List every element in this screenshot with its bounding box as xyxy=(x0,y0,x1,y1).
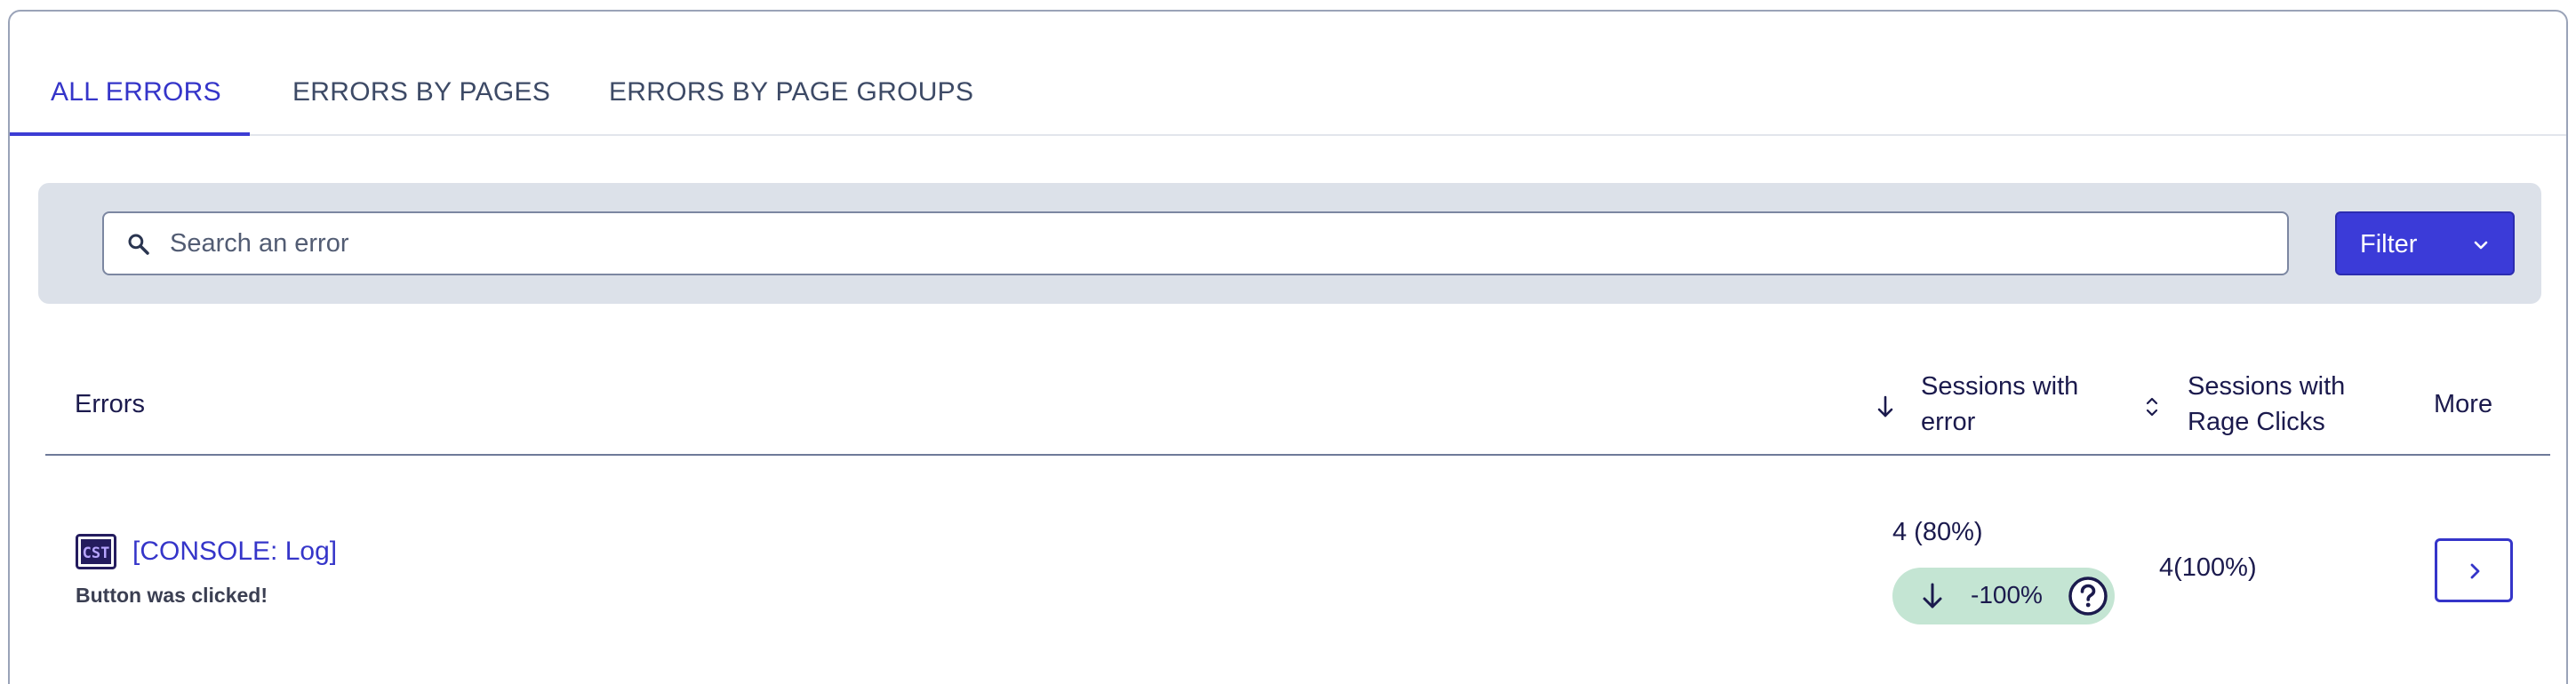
tab-errors-by-page-groups[interactable]: ERRORS BY PAGE GROUPS xyxy=(609,61,973,136)
trend-badge: -100% xyxy=(1892,568,2115,624)
help-icon[interactable] xyxy=(2067,575,2109,617)
column-header-more: More xyxy=(2434,390,2493,418)
table-row[interactable]: CST [CONSOLE: Log] Button was clicked! 4… xyxy=(45,456,2550,684)
search-toolbar: Filter xyxy=(38,183,2541,304)
arrow-down-icon xyxy=(1923,583,1942,608)
filter-button[interactable]: Filter xyxy=(2335,211,2515,275)
sort-unsorted-icon[interactable] xyxy=(2141,394,2163,420)
sort-descending-icon[interactable] xyxy=(1875,394,1896,420)
tab-all-errors[interactable]: ALL ERRORS xyxy=(51,61,221,136)
column-header-rage-line1: Sessions with xyxy=(2188,372,2346,401)
row-details-button[interactable] xyxy=(2435,538,2513,602)
search-box[interactable] xyxy=(102,211,2289,275)
filter-button-label: Filter xyxy=(2360,230,2418,258)
error-message: Button was clicked! xyxy=(76,584,268,607)
column-header-rage-line2: Rage Clicks xyxy=(2188,408,2325,436)
column-header-sessions-with-error[interactable]: Sessions with error xyxy=(1921,369,2078,440)
column-header-sessions-line1: Sessions with xyxy=(1921,372,2079,401)
errors-panel: ALL ERRORS ERRORS BY PAGES ERRORS BY PAG… xyxy=(8,10,2568,684)
trend-value: -100% xyxy=(1971,581,2043,608)
column-header-errors: Errors xyxy=(75,390,145,418)
chevron-right-icon xyxy=(2470,563,2480,579)
sessions-with-error-value: 4 (80%) xyxy=(1892,518,1983,546)
error-title-link[interactable]: [CONSOLE: Log] xyxy=(132,534,337,569)
chevron-down-icon xyxy=(2474,241,2488,250)
cst-console-icon: CST xyxy=(76,534,116,569)
column-header-sessions-with-rage-clicks[interactable]: Sessions with Rage Clicks xyxy=(2188,369,2345,440)
active-tab-indicator xyxy=(10,132,250,136)
sessions-with-rage-clicks-value: 4(100%) xyxy=(2159,553,2257,582)
column-header-sessions-line2: error xyxy=(1921,408,1976,436)
search-input[interactable] xyxy=(170,222,2268,265)
tab-errors-by-pages[interactable]: ERRORS BY PAGES xyxy=(292,61,550,136)
tab-bar: ALL ERRORS ERRORS BY PAGES ERRORS BY PAG… xyxy=(10,61,2566,136)
svg-text:CST: CST xyxy=(83,545,110,562)
search-icon xyxy=(128,234,149,255)
